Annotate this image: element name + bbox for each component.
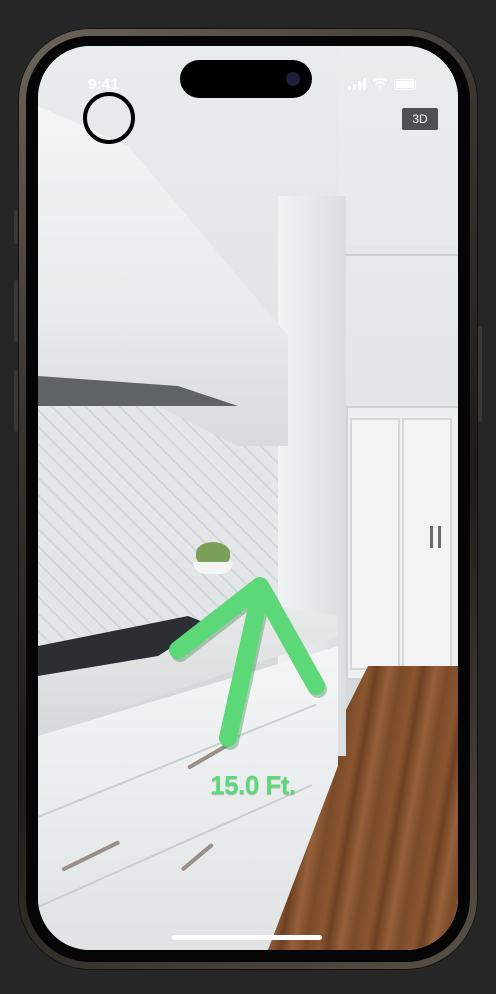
crown-molding <box>338 246 458 256</box>
front-camera-icon <box>286 72 300 86</box>
battery-icon <box>394 78 416 90</box>
action-button <box>14 210 18 244</box>
status-icons <box>348 78 416 90</box>
distance-label: 15.0 Ft. <box>210 770 296 800</box>
pantry-door-right <box>402 418 452 670</box>
volume-up-button <box>14 280 18 342</box>
camera-viewport: 9:41 3D 15.0 Ft. <box>38 46 458 950</box>
status-time: 9:41 <box>88 76 120 93</box>
home-indicator[interactable] <box>172 935 322 940</box>
plant <box>196 542 230 564</box>
volume-down-button <box>14 370 18 432</box>
signal-icon <box>348 78 366 90</box>
pantry-handle <box>438 526 441 548</box>
capture-ring-icon[interactable] <box>83 92 135 144</box>
pantry-door-left <box>350 418 400 670</box>
cake-stand <box>193 562 233 574</box>
power-button <box>478 326 482 422</box>
dynamic-island <box>180 60 312 98</box>
pantry-handle <box>430 526 433 548</box>
wifi-icon <box>372 78 388 89</box>
view-3d-button[interactable]: 3D <box>402 108 438 130</box>
